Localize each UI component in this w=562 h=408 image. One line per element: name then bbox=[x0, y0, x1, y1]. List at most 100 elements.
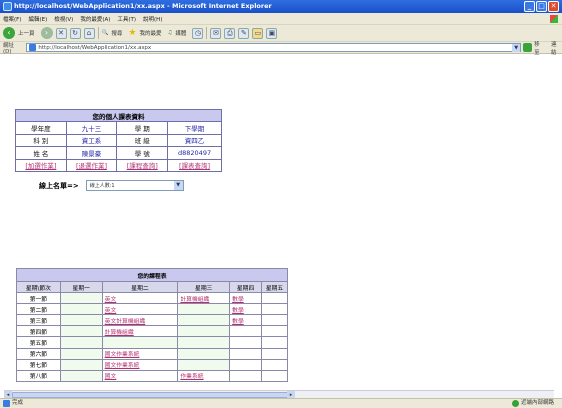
online-users-select[interactable]: 線上人數:1 ▼ bbox=[85, 180, 184, 191]
schedule-row: 第三節 英文計算機組織 數學 bbox=[16, 314, 288, 327]
menu-tools[interactable]: 工具(T) bbox=[117, 15, 136, 23]
refresh-icon[interactable]: ↻ bbox=[69, 27, 81, 39]
menu-favorites[interactable]: 我的最愛(A) bbox=[80, 15, 110, 23]
period-label: 第四節 bbox=[16, 325, 61, 338]
print-icon[interactable]: ⎙ bbox=[224, 27, 236, 39]
go-arrow-icon[interactable] bbox=[523, 43, 533, 52]
stop-icon[interactable]: ✕ bbox=[55, 27, 67, 39]
info-table-title: 您的個人課表資料 bbox=[15, 108, 222, 123]
empty-slot bbox=[261, 314, 288, 327]
windows-logo-icon bbox=[550, 15, 558, 23]
history-icon[interactable]: ◷ bbox=[192, 27, 204, 39]
menu-view[interactable]: 檢視(V) bbox=[54, 15, 73, 23]
address-input[interactable]: http://localhost/WebApplication1/xx.aspx… bbox=[26, 43, 522, 52]
menu-bar: 檔案(F) 編輯(E) 檢視(V) 我的最愛(A) 工具(T) 說明(H) bbox=[0, 13, 562, 25]
menu-edit[interactable]: 編輯(E) bbox=[28, 15, 47, 23]
toolbar-separator bbox=[206, 27, 208, 39]
period-label: 第七節 bbox=[16, 358, 61, 371]
links-button[interactable]: 連結 bbox=[551, 40, 562, 56]
value-semester: 下學期 bbox=[167, 121, 222, 135]
empty-slot bbox=[59, 303, 103, 316]
page-viewport: 您的個人課表資料 學年度 九十三 學 期 下學期 科 別 資工系 班 級 資四乙… bbox=[4, 55, 554, 390]
go-button[interactable]: 移至 bbox=[534, 40, 545, 56]
label-department: 科 別 bbox=[15, 133, 67, 148]
empty-slot bbox=[261, 347, 288, 360]
messenger-icon[interactable]: ▣ bbox=[266, 27, 278, 39]
course-link-thursday[interactable]: 數學 bbox=[229, 292, 263, 305]
period-label: 第八節 bbox=[16, 369, 61, 382]
header-thursday: 星期四 bbox=[229, 280, 263, 294]
empty-slot bbox=[261, 336, 288, 349]
horizontal-scrollbar[interactable]: ◂ ▸ bbox=[4, 390, 554, 399]
schedule-search-link[interactable]: [課表查詢] bbox=[179, 162, 210, 170]
menu-file[interactable]: 檔案(F) bbox=[3, 15, 21, 23]
label-student-id: 學 號 bbox=[116, 146, 169, 160]
chevron-down-icon[interactable]: ▼ bbox=[173, 181, 183, 190]
address-label: 網址(D) bbox=[3, 42, 15, 55]
zone-label: 近端內部網路 bbox=[520, 400, 554, 406]
course-link-tuesday[interactable]: 國文作業系統 bbox=[101, 347, 179, 360]
course-link-tuesday[interactable]: 國文作業系統 bbox=[101, 358, 179, 371]
course-link-tuesday[interactable]: 計算機組織 bbox=[101, 325, 179, 338]
favorites-button-label[interactable]: 我的最愛 bbox=[139, 29, 161, 37]
home-icon[interactable]: ⌂ bbox=[83, 27, 95, 39]
media-button-label[interactable]: 媒體 bbox=[175, 29, 186, 37]
empty-slot bbox=[229, 369, 263, 382]
empty-slot bbox=[59, 336, 103, 349]
empty-slot bbox=[229, 336, 263, 349]
course-link-tuesday[interactable]: 英文 bbox=[101, 303, 179, 316]
add-course-link[interactable]: [加選作業] bbox=[25, 162, 56, 170]
empty-slot bbox=[261, 292, 288, 305]
media-icon[interactable]: ♫ bbox=[167, 30, 172, 36]
course-link-tuesday[interactable]: 英文計算機組織 bbox=[101, 314, 179, 327]
period-label: 第三節 bbox=[16, 314, 61, 327]
value-student-id: d8820497 bbox=[167, 146, 222, 160]
empty-slot bbox=[59, 347, 103, 360]
window-title: http://localhost/WebApplication1/xx.aspx… bbox=[14, 2, 272, 10]
search-icon[interactable]: 🔍 bbox=[102, 30, 109, 36]
course-search-link[interactable]: [課程查詢] bbox=[127, 162, 158, 170]
minimize-button[interactable]: _ bbox=[524, 1, 535, 12]
period-label: 第二節 bbox=[16, 303, 61, 316]
empty-slot bbox=[59, 325, 103, 338]
chevron-down-icon[interactable]: ▼ bbox=[512, 43, 521, 52]
edit-icon[interactable]: ✎ bbox=[238, 27, 250, 39]
header-period: 星期\節次 bbox=[16, 280, 61, 294]
course-link-tuesday[interactable]: 英文 bbox=[101, 292, 179, 305]
course-link-wednesday[interactable]: 作業系統 bbox=[177, 369, 231, 382]
security-zone: 近端內部網路 bbox=[511, 399, 554, 408]
status-bar: 完成 近端內部網路 bbox=[0, 398, 562, 408]
personal-info-table: 您的個人課表資料 學年度 九十三 學 期 下學期 科 別 資工系 班 級 資四乙… bbox=[15, 108, 222, 172]
back-button-label[interactable]: 上一頁 bbox=[18, 29, 35, 37]
empty-slot bbox=[177, 336, 231, 349]
maximize-button[interactable]: □ bbox=[536, 1, 547, 12]
course-link-tuesday[interactable]: 國文 bbox=[101, 369, 179, 382]
search-button-label[interactable]: 搜尋 bbox=[111, 29, 122, 37]
info-row: 姓 名 陳景豪 學 號 d8820497 bbox=[15, 146, 222, 160]
empty-slot bbox=[261, 369, 288, 382]
page-icon bbox=[29, 44, 37, 51]
course-link-thursday[interactable]: 數學 bbox=[229, 303, 263, 316]
drop-course-link[interactable]: [退選作業] bbox=[76, 162, 107, 170]
info-row: 科 別 資工系 班 級 資四乙 bbox=[15, 133, 222, 148]
empty-slot bbox=[59, 314, 103, 327]
favorites-star-icon[interactable]: ★ bbox=[128, 28, 136, 38]
online-list-label: 線上名單=> bbox=[39, 181, 79, 190]
mail-icon[interactable]: ✉ bbox=[210, 27, 222, 39]
online-users-selected[interactable]: 線上人數:1 bbox=[90, 182, 115, 189]
empty-slot bbox=[261, 358, 288, 371]
address-url[interactable]: http://localhost/WebApplication1/xx.aspx bbox=[38, 45, 151, 51]
course-link-wednesday[interactable]: 計算機組織 bbox=[177, 292, 231, 305]
forward-arrow-icon[interactable]: › bbox=[40, 27, 53, 39]
folder-icon[interactable]: ▭ bbox=[252, 27, 264, 39]
course-link-thursday[interactable]: 數學 bbox=[229, 314, 263, 327]
back-arrow-icon[interactable]: ‹ bbox=[3, 27, 15, 39]
empty-slot bbox=[177, 358, 231, 371]
header-tuesday: 星期二 bbox=[101, 280, 179, 294]
label-semester: 學 期 bbox=[116, 121, 169, 135]
period-label: 第五節 bbox=[16, 336, 61, 349]
close-button[interactable]: ✕ bbox=[548, 1, 559, 12]
empty-slot bbox=[261, 325, 288, 338]
menu-help[interactable]: 說明(H) bbox=[143, 15, 162, 23]
status-text: 完成 bbox=[12, 400, 24, 406]
